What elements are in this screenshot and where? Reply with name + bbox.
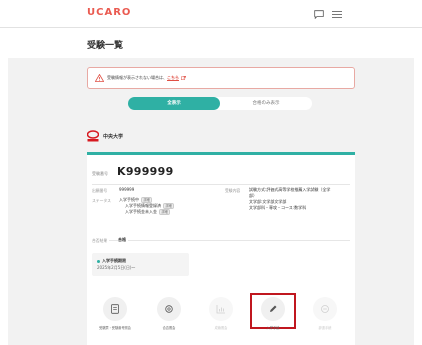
chart-icon [216, 305, 225, 314]
search-icon [165, 305, 173, 313]
page-title: 受験一覧 [87, 41, 124, 51]
alert-message: 受験情報が表示されない場合は、こちら [107, 75, 187, 81]
result-value: 合格 [118, 237, 128, 243]
ucaro-logo[interactable]: UCARO [87, 7, 131, 18]
alert-link[interactable]: こちら [167, 75, 179, 80]
procedure-title: 入学手続期限 [97, 258, 126, 264]
university-logo [87, 130, 99, 142]
status-dot-icon [97, 259, 100, 263]
warning-icon [95, 74, 104, 82]
exam-number: K999999 [117, 165, 174, 178]
status-text: 入学手続情報登録済 [125, 203, 161, 208]
enrollment-procedure-button[interactable]: 入学手続 [250, 293, 296, 330]
document-icon [111, 304, 119, 314]
applicant-number: 999999 [119, 187, 135, 192]
pencil-icon [270, 305, 277, 312]
status-text: 入学手続金未入金 [125, 209, 157, 214]
toggle-passed-only[interactable]: 合格のみ表示 [220, 97, 312, 110]
status-detail-badge[interactable]: 詳細 [159, 209, 171, 215]
toggle-show-all[interactable]: 全表示 [128, 97, 220, 110]
divider [92, 184, 350, 185]
hamburger-menu-icon[interactable] [332, 10, 342, 19]
display-filter-toggle: 全表示 合格のみ表示 [128, 97, 312, 110]
button-circle [209, 297, 233, 321]
status-text: 入学手続中 [119, 197, 139, 202]
alert-text: 受験情報が表示されない場合は、 [107, 75, 167, 80]
action-buttons: 受験票・受験番号照会 合否照会 成績照会 入学手続 辞退手続 [87, 293, 355, 345]
external-link-icon[interactable] [181, 76, 187, 80]
button-circle [313, 297, 337, 321]
result-inquiry-button[interactable]: 合否照会 [146, 297, 192, 330]
chat-icon[interactable] [314, 10, 324, 19]
procedure-deadline-box: 入学手続期限 2025年2月5日(日)〜 [92, 253, 189, 276]
exam-content-line: 文学部科・専攻・コース:数学科 [249, 205, 307, 210]
university-name: 中央大学 [103, 134, 124, 140]
button-circle [157, 297, 181, 321]
result-label: 合否結果 [92, 238, 110, 244]
exam-content-line: 試験方式:評価式高等学校推薦入学試験（全学 [249, 187, 331, 192]
exam-card: 受験番号 K999999 出願番号 999999 ステータス 入学手続中詳細 入… [87, 152, 355, 345]
button-label: 受験票・受験番号照会 [99, 326, 131, 330]
button-label: 辞退手続 [318, 326, 332, 330]
exam-number-label: 受験番号 [92, 171, 108, 176]
top-header: UCARO [0, 0, 422, 28]
minus-icon [321, 305, 329, 313]
procedure-title-text: 入学手続期限 [102, 258, 126, 263]
button-label: 入学手続 [266, 326, 280, 330]
status-label: ステータス [92, 198, 111, 203]
exam-ticket-button[interactable]: 受験票・受験番号照会 [92, 297, 138, 330]
status-item: 入学手続金未入金 詳細 [125, 209, 171, 215]
exam-content-label: 受験内容 [225, 188, 241, 193]
button-label: 成績照会 [214, 326, 228, 330]
divider [92, 240, 350, 241]
button-label: 合否照会 [162, 326, 176, 330]
decline-procedure-button: 辞退手続 [302, 297, 348, 330]
grade-inquiry-button: 成績照会 [198, 297, 244, 330]
info-alert: 受験情報が表示されない場合は、こちら [87, 67, 355, 89]
applicant-number-label: 出願番号 [92, 188, 108, 193]
button-circle [103, 297, 127, 321]
procedure-date: 2025年2月5日(日)〜 [97, 265, 136, 270]
button-circle [261, 297, 285, 321]
